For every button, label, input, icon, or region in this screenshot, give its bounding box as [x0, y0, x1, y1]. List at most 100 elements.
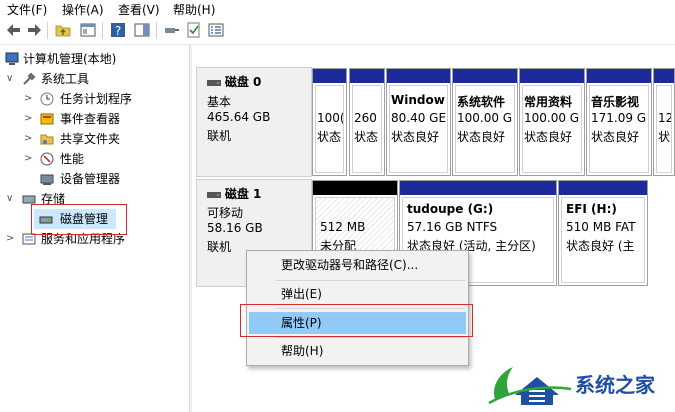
partition-music-video[interactable]: 音乐影视 171.09 G 状态良好: [586, 68, 652, 176]
partition-system-software[interactable]: 系统软件 100.00 G 状态良好: [452, 68, 518, 176]
disk-1-header: 磁盘 1: [207, 185, 261, 202]
partition-status: 状: [658, 130, 671, 144]
tree-item-computer-management[interactable]: 计算机管理(本地): [0, 49, 189, 69]
partition-efi[interactable]: EFI (H:) 510 MB FAT 状态良好 (主: [558, 180, 648, 286]
event-viewer-icon: [40, 113, 54, 125]
shared-folder-icon: [40, 134, 54, 145]
menu-item-help[interactable]: 帮助(H): [249, 340, 466, 362]
partition-size: 100.00 G: [457, 111, 513, 125]
tree-item-event-viewer[interactable]: > 事件查看器: [0, 109, 189, 129]
toolbar-separator: [102, 22, 103, 39]
partition-size: 512 MB: [320, 220, 366, 234]
chevron-down-icon[interactable]: ∨: [6, 69, 13, 89]
tree-item-system-tools[interactable]: ∨ 系统工具: [0, 69, 189, 89]
menu-separator: [275, 280, 465, 281]
partition-title: 音乐影视: [591, 95, 640, 109]
disk-size: 465.64 GB: [207, 110, 271, 124]
partition-common-data[interactable]: 常用资料 100.00 G 状态良好: [519, 68, 585, 176]
disk-name: 磁盘 0: [224, 75, 262, 89]
tree-item-shared-folders[interactable]: > 共享文件夹: [0, 129, 189, 149]
menu-help[interactable]: 帮助(H): [173, 1, 215, 18]
clock-icon: [40, 92, 54, 106]
partition-status: 状态: [354, 130, 379, 144]
chevron-down-icon[interactable]: ∨: [6, 189, 13, 209]
disk-type: 可移动: [207, 206, 244, 220]
tree-label: 设备管理器: [60, 172, 121, 186]
tree-item-task-scheduler[interactable]: > 任务计划程序: [0, 89, 189, 109]
tree-label: 系统工具: [41, 72, 90, 86]
partition[interactable]: 100( 状态: [312, 68, 347, 176]
partition-title: tudoupe (G:): [407, 202, 494, 216]
chevron-right-icon[interactable]: >: [24, 149, 32, 169]
menu-item-change-drive-letter[interactable]: 更改驱动器号和路径(C)...: [249, 254, 466, 276]
partition-bar: [520, 69, 584, 83]
partition-status: 状态良好: [457, 130, 506, 144]
device-manager-icon: [40, 174, 54, 185]
tree-label: 事件查看器: [60, 112, 121, 126]
performance-icon: [40, 152, 54, 166]
help-icon[interactable]: ?: [110, 22, 126, 38]
partition-bar: [350, 69, 384, 83]
watermark-text: 系统之家: [575, 373, 655, 397]
menu-view[interactable]: 查看(V): [118, 1, 160, 18]
svg-text:?: ?: [115, 24, 121, 38]
partition-windows[interactable]: Window 80.40 GE 状态良好: [386, 68, 451, 176]
toolbar-separator: [47, 22, 48, 39]
menu-file[interactable]: 文件(F): [7, 1, 47, 18]
chevron-right-icon[interactable]: >: [24, 89, 32, 109]
partition-body: 12 状: [656, 85, 672, 173]
partition-size: 171.09 G: [591, 111, 647, 125]
partition-title: Window: [391, 93, 445, 107]
tree-item-performance[interactable]: > 性能: [0, 149, 189, 169]
disk-icon: [207, 191, 221, 198]
disk-size: 58.16 GB: [207, 221, 263, 235]
computer-management-icon: [5, 52, 19, 65]
menu-item-label: 弹出(E): [281, 287, 322, 301]
tree-label: 任务计划程序: [60, 92, 133, 106]
disk-0-label[interactable]: 磁盘 0 基本 465.64 GB 联机: [196, 67, 312, 177]
partition[interactable]: 12 状: [653, 68, 675, 176]
partition-body: Window 80.40 GE 状态良好: [389, 85, 448, 173]
menu-action[interactable]: 操作(A): [62, 1, 104, 18]
tree-item-device-manager[interactable]: 设备管理器: [0, 169, 189, 189]
partition[interactable]: 260 状态: [349, 68, 385, 176]
check-icon[interactable]: [186, 22, 202, 38]
tree-label: 性能: [60, 152, 85, 166]
partition-bar: [559, 181, 647, 195]
tree-label: 共享文件夹: [60, 132, 121, 146]
folder-up-icon[interactable]: [55, 22, 71, 38]
disk-icon: [207, 79, 221, 86]
forward-arrow-icon[interactable]: [26, 22, 42, 38]
watermark: 系统之家: [477, 353, 675, 412]
back-arrow-icon[interactable]: [6, 22, 22, 38]
partition-title: 系统软件: [457, 95, 506, 109]
console-tree-icon[interactable]: [80, 22, 96, 38]
annotation-highlight-box: [240, 304, 473, 337]
partition-title: EFI (H:): [566, 202, 617, 216]
menu-bar: 文件(F) 操作(A) 查看(V) 帮助(H): [0, 0, 675, 17]
partition-status: 状态: [317, 130, 342, 144]
properties-list-icon[interactable]: [208, 22, 224, 38]
menu-item-eject[interactable]: 弹出(E): [249, 283, 466, 305]
partition-body: 100( 状态: [315, 85, 344, 173]
menu-item-label: 帮助(H): [281, 344, 324, 358]
partition-body: 260 状态: [352, 85, 382, 173]
partition-bar: [387, 69, 450, 83]
partition-size: 260: [354, 111, 377, 125]
tools-icon: [23, 72, 36, 85]
annotation-highlight-box: [31, 204, 127, 235]
partition-size: 80.40 GE: [391, 111, 447, 125]
chevron-right-icon[interactable]: >: [24, 129, 32, 149]
chevron-right-icon[interactable]: >: [6, 229, 14, 249]
connect-icon[interactable]: [164, 22, 180, 38]
chevron-right-icon[interactable]: >: [24, 109, 32, 129]
partition-size: 12: [658, 111, 672, 125]
partition-body: 常用资料 100.00 G 状态良好: [522, 85, 582, 173]
help-pane-icon[interactable]: [134, 22, 150, 38]
partition-body: 系统软件 100.00 G 状态良好: [455, 85, 515, 173]
partition-bar: [587, 69, 651, 83]
partition-body: EFI (H:) 510 MB FAT 状态良好 (主: [561, 197, 645, 283]
partition-title: 常用资料: [524, 95, 573, 109]
house-logo-icon: [488, 367, 572, 405]
toolbar: ?: [0, 17, 675, 45]
